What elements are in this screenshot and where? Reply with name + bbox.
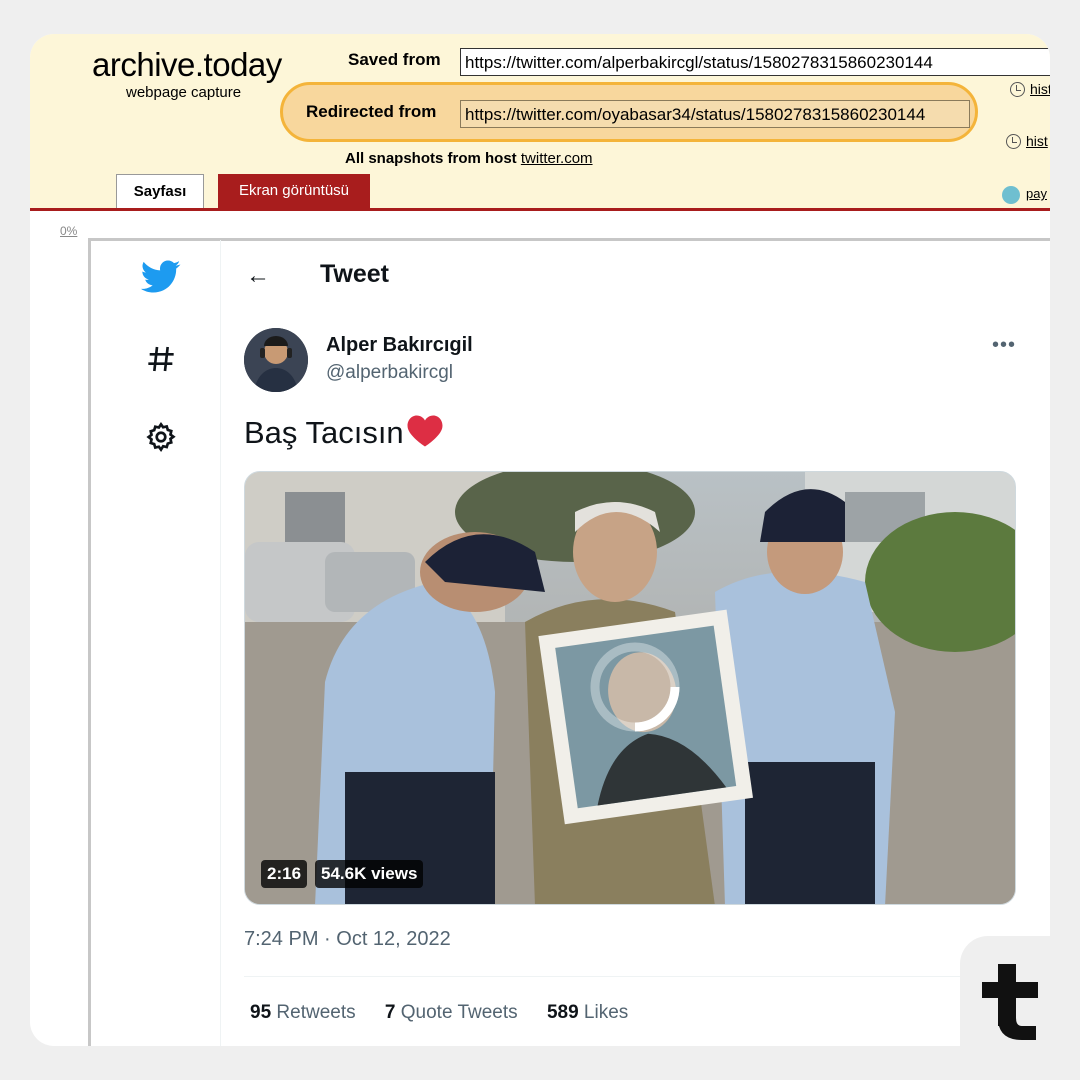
video-views-badge: 54.6K views [315,860,424,888]
saved-from-label: Saved from [348,50,441,69]
user-handle[interactable]: @alperbakircgl [326,362,453,384]
engagement-stats: 95 Retweets 7 Quote Tweets 589 Likes [250,1002,652,1024]
sidebar-divider [220,240,221,1046]
archive-card: archive.today webpage capture Saved from… [30,34,1050,1046]
share-icon[interactable] [1002,186,1020,204]
tweet-timestamp[interactable]: 7:24 PM · Oct 12, 2022 [244,928,451,951]
likes-stat[interactable]: 589 Likes [547,1002,628,1023]
history-link-2[interactable]: hist [1026,133,1048,149]
redirected-from-label: Redirected from [306,102,437,121]
archive-header: archive.today webpage capture Saved from… [30,34,1050,210]
page-title: Tweet [320,260,389,288]
history-clock-icon-2 [1006,134,1021,149]
archive-logo[interactable]: archive.today [92,46,282,84]
video-thumbnail [245,472,1015,904]
hashtag-icon[interactable] [142,340,180,378]
quotes-count: 7 [384,1002,396,1023]
zoom-percent[interactable]: 0% [60,224,77,238]
history-clock-icon [1010,82,1025,97]
tab-page[interactable]: Sayfası [116,174,204,208]
settings-gear-icon[interactable] [142,418,180,456]
archive-subtitle: webpage capture [126,84,242,101]
all-snapshots-row: All snapshots from host twitter.com [345,150,593,167]
brand-t-logo-icon [982,964,1038,1047]
likes-label: Likes [583,1002,629,1023]
back-arrow-icon[interactable]: ← [246,262,270,290]
tweet-text: Baş Tacısın [244,414,444,456]
snapshots-label: All snapshots from host [345,150,517,167]
more-options-icon[interactable]: ••• [992,334,1016,357]
tab-screenshot[interactable]: Ekran görüntüsü [218,174,370,208]
display-name[interactable]: Alper Bakırcıgil [326,334,473,357]
snapshots-host-link[interactable]: twitter.com [521,150,593,167]
avatar[interactable] [244,328,308,392]
retweets-label: Retweets [276,1002,356,1023]
archive-divider [30,208,1050,211]
likes-count: 589 [546,1002,579,1023]
quote-tweets-stat[interactable]: 7 Quote Tweets [385,1002,518,1023]
quotes-label: Quote Tweets [400,1002,518,1023]
retweets-stat[interactable]: 95 Retweets [250,1002,356,1023]
redirected-url-field[interactable]: https://twitter.com/oyabasar34/status/15… [460,100,970,128]
video-player[interactable]: 2:16 54.6K views [244,471,1016,905]
stats-divider [244,976,1016,977]
share-link[interactable]: pay [1026,186,1047,201]
history-link[interactable]: hist [1030,81,1050,97]
tweet-text-content: Baş Tacısın [244,415,404,451]
red-heart-icon [406,414,444,456]
video-duration-badge: 2:16 [261,860,308,888]
saved-url-field[interactable]: https://twitter.com/alperbakircgl/status… [460,48,1050,76]
twitter-logo-icon[interactable] [140,256,182,298]
retweets-count: 95 [250,1002,272,1023]
